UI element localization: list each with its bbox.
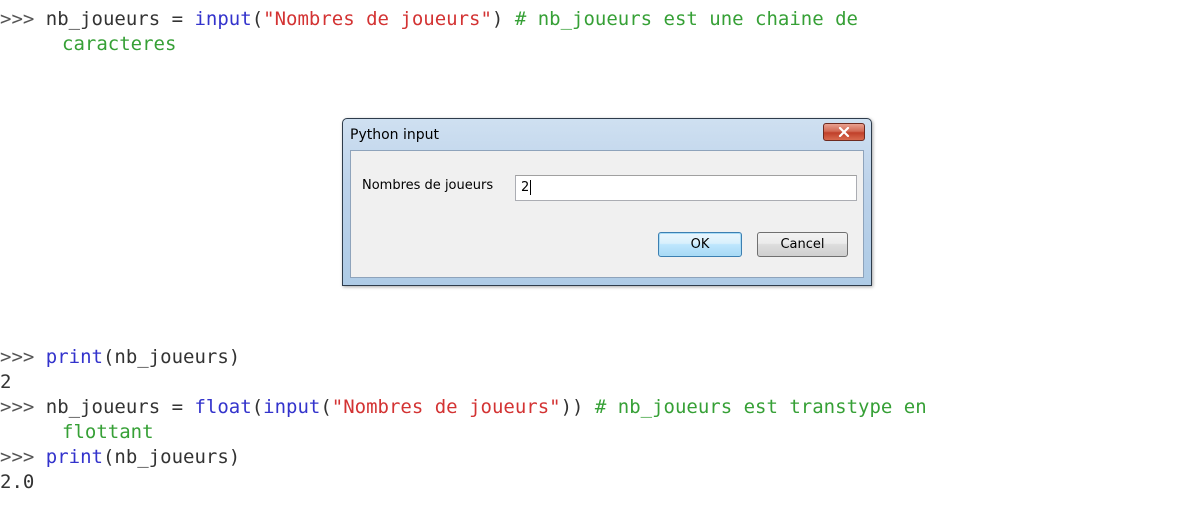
variable-name: nb_joueurs xyxy=(45,396,161,418)
variable-name: nb_joueurs xyxy=(45,8,161,30)
assign-operator: = xyxy=(160,396,195,418)
code-comment-continuation: caracteres xyxy=(62,33,177,55)
builtin-function: print xyxy=(45,346,103,368)
open-paren: ( xyxy=(251,396,264,418)
dialog-titlebar[interactable]: Python input xyxy=(343,119,871,149)
console-top: >>> nb_joueurs = input("Nombres de joueu… xyxy=(0,7,858,57)
code-line-input: >>> nb_joueurs = input("Nombres de joueu… xyxy=(0,7,858,32)
code-line-continuation: caracteres xyxy=(0,32,858,57)
console-bottom: >>> print(nb_joueurs) 2 >>> nb_joueurs =… xyxy=(0,345,927,495)
console-prompt: >>> xyxy=(0,346,46,368)
code-line-float-input: >>> nb_joueurs = float(input("Nombres de… xyxy=(0,395,927,420)
console-prompt: >>> xyxy=(0,8,46,30)
code-line-output: 2 xyxy=(0,370,927,395)
close-x-icon xyxy=(838,127,850,137)
code-comment-continuation: flottant xyxy=(62,421,154,443)
console-prompt: >>> xyxy=(0,446,46,468)
code-line-print: >>> print(nb_joueurs) xyxy=(0,445,927,470)
function-args: (nb_joueurs) xyxy=(102,346,241,368)
string-literal: "Nombres de joueurs" xyxy=(263,8,492,30)
open-paren: ( xyxy=(251,8,264,30)
text-caret xyxy=(530,180,532,195)
prompt-label: Nombres de joueurs xyxy=(362,178,494,193)
assign-operator: = xyxy=(160,8,195,30)
builtin-function: float xyxy=(194,396,252,418)
input-value: 2 xyxy=(521,180,530,195)
python-input-dialog: Python input Nombres de joueurs 2 OK Can… xyxy=(342,118,872,286)
builtin-function: print xyxy=(45,446,103,468)
console-output: 2.0 xyxy=(0,471,35,493)
dialog-title: Python input xyxy=(350,127,439,143)
builtin-function: input xyxy=(194,8,252,30)
ok-button[interactable]: OK xyxy=(658,232,742,257)
function-args: (nb_joueurs) xyxy=(102,446,241,468)
close-button[interactable] xyxy=(823,123,865,141)
dialog-body: Nombres de joueurs 2 OK Cancel xyxy=(350,150,864,278)
console-prompt: >>> xyxy=(0,396,46,418)
code-line-output: 2.0 xyxy=(0,470,927,495)
code-comment: # nb_joueurs est transtype en xyxy=(583,396,927,418)
cancel-button[interactable]: Cancel xyxy=(757,232,848,257)
code-line-print: >>> print(nb_joueurs) xyxy=(0,345,927,370)
builtin-function: input xyxy=(263,396,321,418)
code-line-continuation: flottant xyxy=(0,420,927,445)
string-literal: "Nombres de joueurs" xyxy=(331,396,561,418)
console-output: 2 xyxy=(0,371,12,393)
open-paren: ( xyxy=(320,396,332,418)
input-field[interactable]: 2 xyxy=(515,175,857,201)
close-paren: ) xyxy=(491,8,504,30)
close-paren: )) xyxy=(560,396,584,418)
code-comment: # nb_joueurs est une chaine de xyxy=(503,8,858,30)
